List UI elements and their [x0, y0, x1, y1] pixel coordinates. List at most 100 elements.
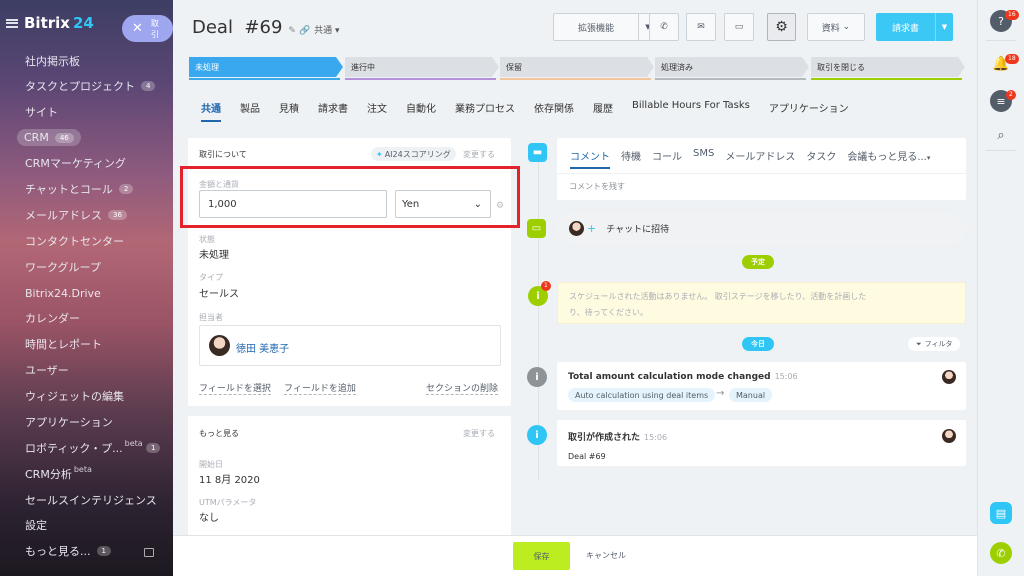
avatar[interactable]: [209, 335, 230, 356]
sidebar-item-drive[interactable]: Bitrix24.Drive: [25, 284, 101, 302]
tab-comment[interactable]: コメント: [570, 148, 610, 169]
sidebar-item-mail[interactable]: メールアドレス 36: [25, 206, 127, 224]
email-button[interactable]: ✉: [686, 13, 716, 41]
tab-invoices[interactable]: 請求書: [318, 100, 348, 115]
stage-in-progress[interactable]: 進行中: [345, 57, 499, 77]
link-icon[interactable]: 🔗: [299, 26, 310, 36]
counter-badge: 1: [146, 443, 161, 453]
extensions-button[interactable]: 拡張機能: [553, 13, 638, 41]
sidebar-item-time-reports[interactable]: 時間とレポート: [25, 335, 102, 353]
chevron-down-icon: ▼: [941, 23, 948, 31]
tab-task[interactable]: タスク: [806, 148, 836, 163]
open-lines-button[interactable]: ▤: [990, 502, 1012, 524]
info-icon: i: [527, 425, 547, 445]
avatar[interactable]: [942, 370, 956, 384]
tab-general[interactable]: 共通: [201, 100, 221, 122]
tab-dependencies[interactable]: 依存関係: [534, 100, 574, 115]
shared-dropdown[interactable]: 共通 ▾: [314, 23, 339, 36]
select-field-link[interactable]: フィールドを選択: [199, 381, 271, 395]
sidebar-item-crm[interactable]: CRM 46: [17, 129, 81, 146]
more-info-panel: もっと見る 変更する 開始日 11 8月 2020 UTMパラメータ なし: [188, 416, 511, 536]
mail-icon: ✉: [697, 22, 705, 32]
tab-billable-hours[interactable]: Billable Hours For Tasks: [632, 100, 750, 115]
save-button[interactable]: 保存: [513, 542, 570, 570]
sidebar-item-chat[interactable]: チャットとコール 2: [25, 180, 134, 198]
tab-business-processes[interactable]: 業務プロセス: [455, 100, 515, 115]
call-button-green[interactable]: ✆: [990, 542, 1012, 564]
tab-meeting-more[interactable]: 会議もっと見る...▾: [847, 148, 930, 163]
tab-history[interactable]: 履歴: [593, 100, 613, 115]
sidebar-item-feed[interactable]: 社内掲示板: [25, 52, 80, 70]
stage-progress-bar: 未処理 進行中 保留 処理済み 取引を閉じる: [189, 57, 965, 80]
documents-button[interactable]: 資料 ⌄: [807, 13, 865, 41]
invite-to-chat-button[interactable]: + チャットに招待: [557, 213, 966, 244]
owner-name-link[interactable]: 徳田 美恵子: [236, 340, 289, 355]
invoice-button[interactable]: 請求書: [876, 13, 935, 41]
status-value: 未処理: [199, 250, 229, 261]
sidebar-item-applications[interactable]: アプリケーション: [25, 413, 113, 431]
sidebar-item-robotic[interactable]: ロボティック・プ... beta: [25, 439, 143, 457]
delete-section-link[interactable]: セクションの削除: [426, 381, 499, 395]
sidebar-item-more[interactable]: もっと見る... 1: [25, 542, 111, 560]
tab-applications[interactable]: アプリケーション: [769, 100, 849, 115]
tab-call[interactable]: コール: [652, 148, 682, 163]
filter-icon: ⏷: [916, 339, 922, 348]
sparkle-icon: ✦: [376, 149, 383, 159]
stage-new[interactable]: 未処理: [189, 57, 343, 77]
filter-button[interactable]: ⏷ フィルタ: [908, 337, 961, 351]
stage-processed[interactable]: 処理済み: [655, 57, 809, 77]
change-section-link[interactable]: 変更する: [463, 149, 495, 160]
event-title: 取引が作成された 15:06: [568, 433, 668, 443]
stage-close-deal[interactable]: 取引を閉じる: [811, 57, 965, 77]
sidebar-item-crm-analytics[interactable]: CRM分析 beta: [25, 465, 92, 483]
cancel-button[interactable]: キャンセル: [586, 550, 626, 561]
chat-bubble-icon: ▭: [527, 219, 546, 238]
sidebar-item-widget-edit[interactable]: ウィジェットの編集: [25, 387, 124, 405]
printer-icon[interactable]: [144, 548, 154, 557]
counter-badge: 2: [118, 184, 134, 194]
menu-icon[interactable]: [6, 18, 18, 28]
call-button[interactable]: ✆: [649, 13, 679, 41]
edit-icon[interactable]: ✎: [288, 26, 296, 36]
utm-value: なし: [199, 513, 219, 524]
sidebar-item-calendar[interactable]: カレンダー: [25, 309, 80, 327]
sidebar-item-sales-intelligence[interactable]: セールスインテリジェンス: [25, 491, 157, 509]
plus-icon: +: [587, 222, 597, 235]
gear-icon: ⚙: [775, 19, 788, 35]
sidebar-item-tasks[interactable]: タスクとプロジェクト 4: [25, 77, 156, 95]
schedule-text: スケジュールされた活動はありません。 取引ステージを移したり、活動を計画した: [569, 292, 867, 301]
add-field-link[interactable]: フィールドを追加: [284, 381, 356, 395]
comment-input[interactable]: コメントを残す: [569, 181, 625, 192]
tab-sms[interactable]: SMS: [693, 148, 714, 163]
ai-scoring-button[interactable]: ✦ AI24スコアリング: [371, 147, 456, 161]
message-icon: ≡: [996, 94, 1006, 108]
tab-email[interactable]: メールアドレス: [725, 148, 795, 163]
invoice-dropdown-button[interactable]: ▼: [935, 13, 953, 41]
highlight-box: [180, 166, 520, 228]
sidebar-item-sites[interactable]: サイト: [25, 103, 58, 121]
tab-wait[interactable]: 待機: [621, 148, 641, 163]
settings-button[interactable]: ⚙: [767, 13, 796, 41]
sidebar-item-workgroups[interactable]: ワークグループ: [25, 258, 101, 276]
utm-label: UTMパラメータ: [199, 498, 257, 507]
sidebar-item-contact-center[interactable]: コンタクトセンター: [25, 232, 124, 250]
chat-button[interactable]: ▭: [724, 13, 754, 41]
sidebar-item-settings[interactable]: 設定: [25, 516, 47, 534]
search-button[interactable]: ⌕: [990, 124, 1012, 146]
messenger-badge: 2: [1006, 90, 1016, 100]
sidebar-item-crm-marketing[interactable]: CRMマーケティング: [25, 154, 126, 172]
sidebar-item-users[interactable]: ユーザー: [25, 361, 69, 379]
tab-orders[interactable]: 注文: [367, 100, 387, 115]
type-label: タイプ: [199, 273, 223, 282]
notifications-badge: 18: [1005, 54, 1019, 64]
stage-color-bar: [655, 78, 806, 80]
tab-products[interactable]: 製品: [240, 100, 260, 115]
bitrix-logo[interactable]: Bitrix 24: [24, 14, 94, 32]
stage-on-hold[interactable]: 保留: [500, 57, 654, 77]
close-slider-button[interactable]: ✕ 取引: [122, 15, 173, 42]
tab-quotes[interactable]: 見積: [279, 100, 299, 115]
change-section-link[interactable]: 変更する: [463, 428, 495, 439]
event-title: Total amount calculation mode changed 15:…: [568, 372, 798, 382]
avatar[interactable]: [942, 429, 956, 443]
tab-automation[interactable]: 自動化: [406, 100, 436, 115]
